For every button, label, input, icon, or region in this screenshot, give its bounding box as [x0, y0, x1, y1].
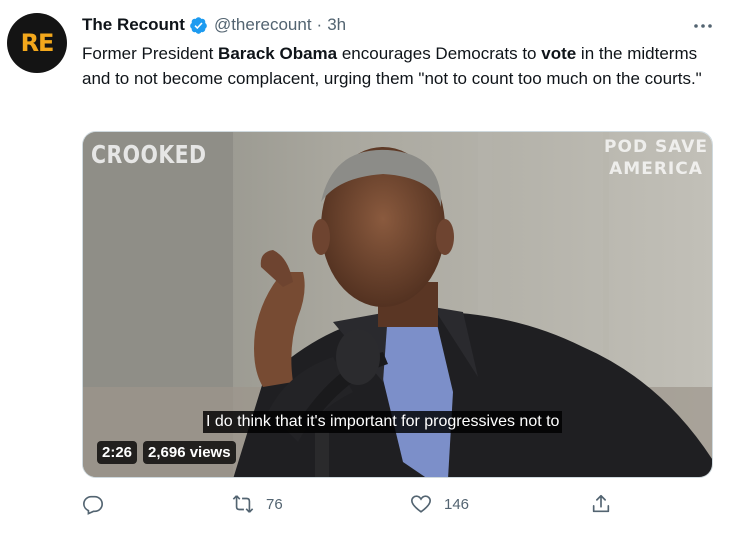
- reply-button[interactable]: [82, 493, 104, 515]
- user-handle[interactable]: @therecount: [214, 15, 312, 35]
- watermark-line: AMERICA: [609, 159, 703, 179]
- like-icon: [411, 495, 431, 513]
- video-caption: I do think that it's important for progr…: [203, 411, 563, 433]
- tweet-text-bold-name: Barack Obama: [218, 44, 338, 63]
- tweet-text-part: encourages Democrats to: [337, 44, 542, 63]
- like-button[interactable]: 146: [410, 493, 469, 515]
- verified-icon: [190, 16, 207, 34]
- watermark-pod-save-america: POD SAVE AMERICA: [604, 136, 708, 180]
- video-player[interactable]: CROOKED POD SAVE AMERICA I do think that…: [82, 131, 713, 478]
- avatar-logo: RE: [20, 29, 55, 57]
- avatar[interactable]: RE: [7, 13, 67, 73]
- share-button[interactable]: [590, 493, 612, 515]
- like-count: 146: [444, 495, 470, 513]
- more-options-button[interactable]: [690, 13, 716, 39]
- share-icon: [592, 494, 610, 513]
- retweet-icon: [232, 495, 254, 513]
- watermark-crooked: CROOKED: [91, 140, 207, 169]
- display-name[interactable]: The Recount: [82, 15, 185, 35]
- tweet-actions: 76 146: [82, 493, 722, 523]
- tweet-header: The Recount @therecount · 3h: [82, 15, 346, 35]
- tweet-text-bold-vote: vote: [541, 44, 577, 63]
- watermark-line: POD SAVE: [604, 137, 708, 157]
- more-icon: [694, 24, 712, 28]
- tweet-text: Former President Barack Obama encourages…: [82, 41, 722, 91]
- tweet-card[interactable]: RE The Recount @therecount · 3h Former P…: [0, 0, 740, 537]
- retweet-count: 76: [266, 495, 283, 513]
- video-views-badge: 2,696 views: [143, 441, 236, 464]
- reply-icon: [83, 495, 103, 515]
- separator-dot: ·: [316, 15, 323, 34]
- tweet-text-part: Former President: [82, 44, 219, 63]
- retweet-button[interactable]: 76: [232, 493, 283, 515]
- video-duration-badge: 2:26: [97, 441, 138, 464]
- timestamp[interactable]: 3h: [327, 15, 346, 35]
